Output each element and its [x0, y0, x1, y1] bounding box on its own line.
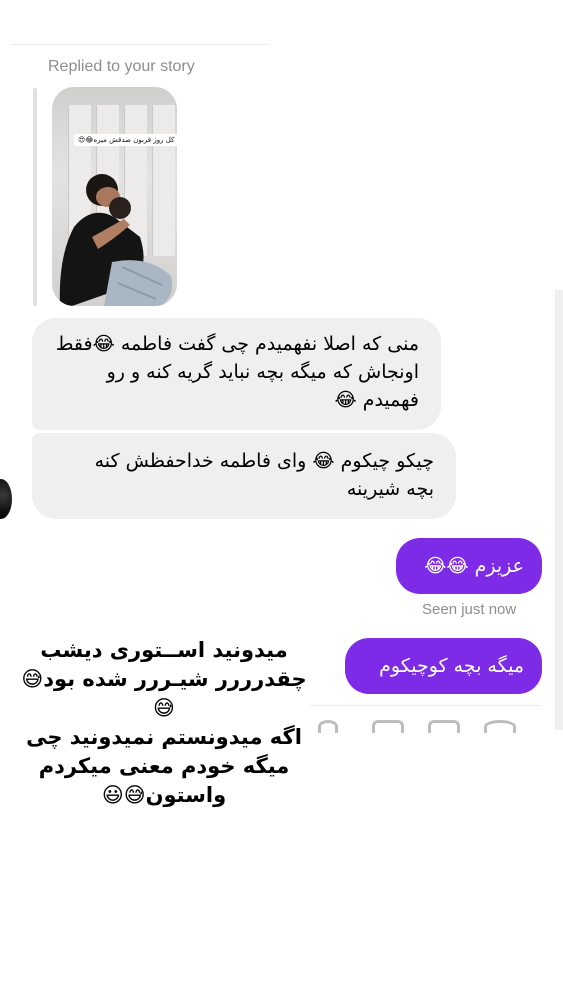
mic-icon[interactable] — [484, 720, 516, 733]
overlay-caption: میدونید اســتوری دیشب چقدرررر شیـررر شده… — [18, 636, 310, 810]
incoming-message[interactable]: چیکو چیکوم 😂 وای فاطمه خداحفظش کنه بچه ش… — [32, 433, 456, 519]
right-edge-strip — [555, 290, 563, 730]
story-caption: کل روز قربون صدقش میره😂😍 — [74, 134, 177, 146]
message-input-bar[interactable] — [300, 705, 540, 733]
attach-icon[interactable] — [318, 720, 338, 733]
top-divider — [10, 44, 268, 45]
incoming-message[interactable]: منی که اصلا نفهمیدم چی گفت فاطمه 😂فقط او… — [32, 318, 441, 430]
quote-bar — [33, 88, 37, 306]
image-icon[interactable] — [372, 720, 404, 733]
outgoing-message[interactable]: عزیزم 😂😂 — [396, 538, 542, 594]
outgoing-message[interactable]: میگه بچه کوچیکوم — [345, 638, 542, 694]
sticker-icon[interactable] — [428, 720, 460, 733]
story-photo-figure — [59, 174, 173, 306]
story-thumbnail[interactable]: کل روز قربون صدقش میره😂😍 — [52, 87, 177, 306]
sender-avatar[interactable] — [0, 479, 12, 519]
replied-to-story-label: Replied to your story — [48, 58, 195, 75]
seen-status: Seen just now — [422, 601, 517, 618]
